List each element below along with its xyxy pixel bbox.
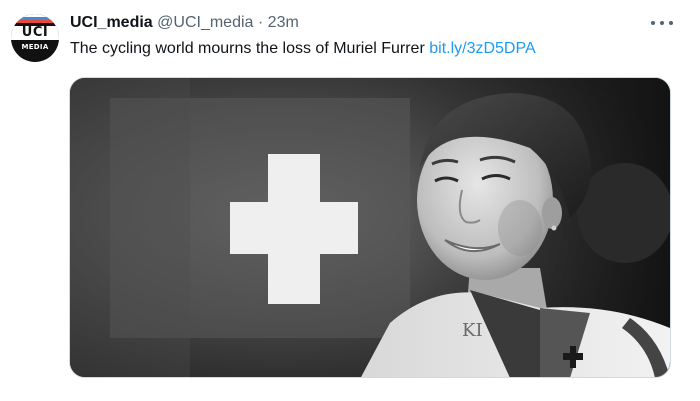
- jersey-lettering: KI: [462, 320, 483, 341]
- author-handle[interactable]: @UCI_media: [157, 14, 253, 31]
- tweet-header: UCI_media @UCI_media · 23m: [70, 13, 299, 33]
- avatar-logo-text: UCI: [11, 26, 59, 40]
- avatar-sub-text: MEDIA: [21, 43, 49, 51]
- tweet-timestamp[interactable]: 23m: [268, 14, 299, 31]
- tweet-link[interactable]: bit.ly/3zD5DPA: [429, 40, 535, 57]
- tweet-text-body: The cycling world mourns the loss of Mur…: [70, 40, 430, 57]
- avatar[interactable]: UCI MEDIA: [11, 14, 59, 62]
- tweet-media-photo[interactable]: KI: [69, 77, 671, 378]
- photo-illustration: KI: [70, 78, 670, 377]
- header-separator: ·: [257, 14, 264, 31]
- author-name[interactable]: UCI_media: [70, 14, 153, 31]
- more-horizontal-icon[interactable]: [651, 16, 673, 30]
- tweet-text: The cycling world mourns the loss of Mur…: [70, 38, 536, 60]
- tweet-card[interactable]: UCI MEDIA UCI_media @UCI_media · 23m The…: [0, 0, 700, 401]
